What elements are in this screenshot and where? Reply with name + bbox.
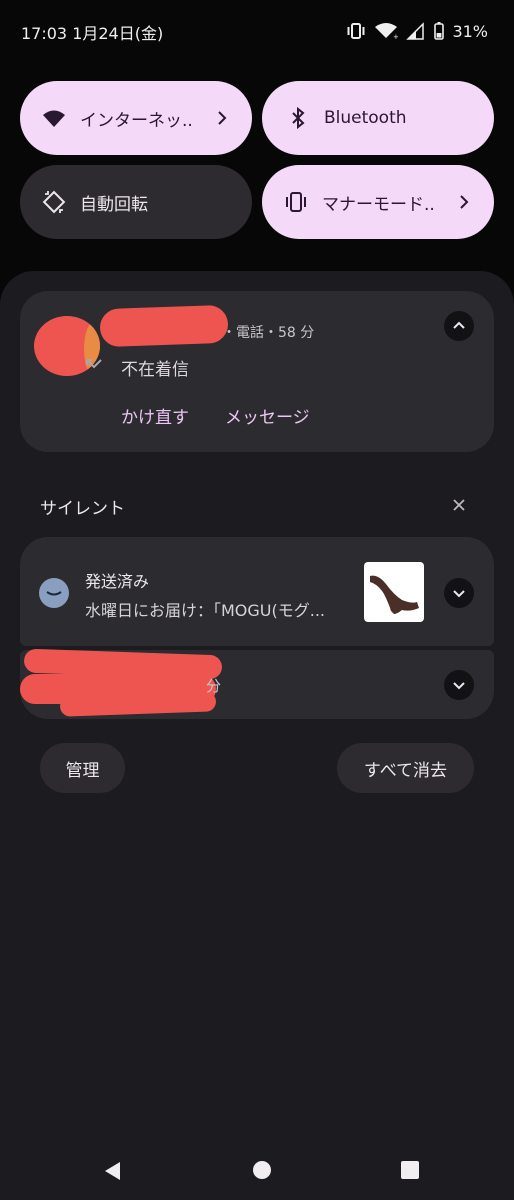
chevron-right-icon bbox=[218, 111, 227, 125]
shipping-title: 発送済み bbox=[85, 572, 150, 591]
missed-call-icon bbox=[86, 359, 102, 369]
bluetooth-tile[interactable]: Bluetooth bbox=[262, 81, 494, 155]
manage-button[interactable]: 管理 bbox=[40, 743, 125, 793]
call-meta: ・電話・58 分 bbox=[222, 325, 315, 341]
bluetooth-tile-label: Bluetooth bbox=[324, 108, 407, 128]
expand-button[interactable] bbox=[444, 670, 474, 700]
manner-mode-tile-label: マナーモード.. bbox=[322, 194, 435, 215]
collapse-button[interactable] bbox=[444, 311, 474, 341]
battery-percent: 31% bbox=[452, 21, 488, 41]
call-title: 不在着信 bbox=[121, 360, 189, 380]
chevron-down-icon bbox=[453, 590, 465, 598]
chevron-down-icon bbox=[453, 682, 465, 690]
battery-icon bbox=[434, 22, 445, 40]
chevron-right-icon bbox=[460, 195, 469, 209]
internet-tile[interactable]: インターネッ.. bbox=[20, 81, 252, 155]
vibrate-icon bbox=[286, 192, 306, 212]
auto-rotate-tile-label: 自動回転 bbox=[80, 194, 148, 215]
auto-rotate-tile[interactable]: 自動回転 bbox=[20, 165, 252, 239]
message-button[interactable]: メッセージ bbox=[225, 403, 310, 428]
silent-section-heading: サイレント bbox=[40, 499, 125, 519]
clear-all-button[interactable]: すべて消去 bbox=[337, 743, 474, 793]
redaction-mark bbox=[99, 304, 229, 348]
bluetooth-icon bbox=[292, 106, 305, 130]
recents-icon[interactable] bbox=[400, 1160, 420, 1180]
collapsed-time: 分 bbox=[206, 677, 222, 695]
home-icon[interactable] bbox=[252, 1160, 272, 1180]
expand-button[interactable] bbox=[444, 578, 474, 608]
rotate-icon bbox=[42, 190, 66, 214]
vibrate-icon bbox=[347, 23, 365, 39]
close-icon[interactable] bbox=[451, 497, 467, 513]
internet-tile-label: インターネッ.. bbox=[80, 110, 193, 131]
back-icon[interactable] bbox=[102, 1160, 122, 1182]
status-time-date: 17:03 1月24日(金) bbox=[21, 24, 164, 43]
amazon-app-icon bbox=[39, 578, 69, 608]
chevron-up-icon bbox=[453, 321, 465, 329]
status-icons: + 31% bbox=[346, 19, 488, 43]
product-thumbnail bbox=[364, 562, 424, 622]
signal-icon bbox=[406, 22, 425, 40]
call-back-button[interactable]: かけ直す bbox=[121, 403, 189, 428]
svg-text:+: + bbox=[393, 33, 398, 40]
wifi-icon bbox=[43, 110, 65, 127]
manner-mode-tile[interactable]: マナーモード.. bbox=[262, 165, 494, 239]
shipping-body: 水曜日にお届け：「MOGU(モグ... bbox=[85, 601, 326, 620]
wifi-icon: + bbox=[375, 23, 398, 40]
